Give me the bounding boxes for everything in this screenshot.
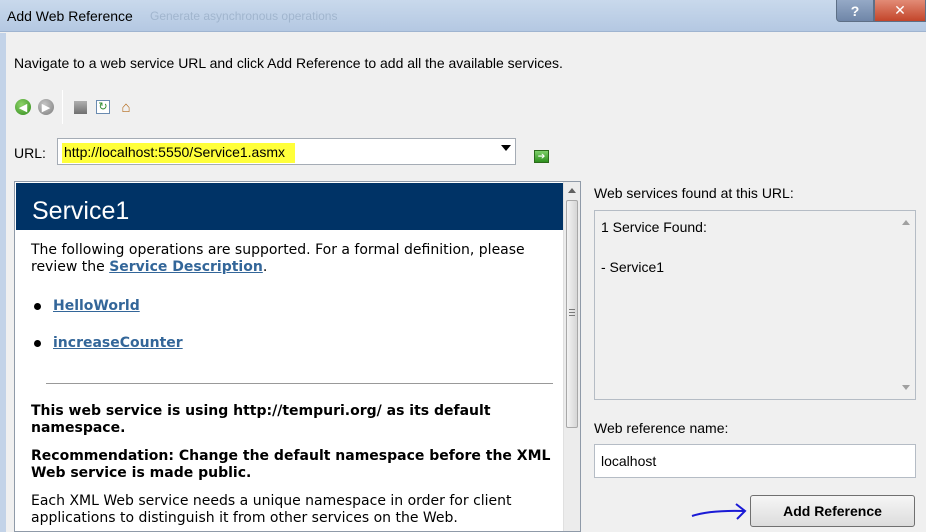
browser-scrollbar[interactable] bbox=[563, 182, 580, 531]
scroll-down-icon[interactable] bbox=[902, 385, 910, 390]
home-icon: ⌂ bbox=[121, 98, 131, 116]
url-input[interactable]: http://localhost:5550/Service1.asmx bbox=[62, 143, 296, 163]
url-combobox[interactable]: http://localhost:5550/Service1.asmx bbox=[57, 138, 516, 165]
operation-item: increaseCounter bbox=[34, 335, 183, 351]
close-icon: ✕ bbox=[894, 2, 906, 18]
service-header: Service1 bbox=[16, 183, 564, 230]
service-intro: The following operations are supported. … bbox=[31, 242, 556, 276]
scrollbar-thumb[interactable] bbox=[566, 200, 578, 428]
grip-icon bbox=[569, 309, 575, 316]
bullet-icon bbox=[34, 302, 41, 310]
divider bbox=[46, 383, 553, 384]
browser-toolbar: ◀ ▶ ↻ ⌂ bbox=[14, 90, 140, 124]
title-bar: Add Web Reference Generate asynchronous … bbox=[0, 0, 926, 32]
help-button[interactable]: ? bbox=[836, 0, 874, 22]
operation-link-increasecounter[interactable]: increaseCounter bbox=[53, 335, 183, 351]
background-window-text: Generate asynchronous operations bbox=[150, 9, 338, 23]
intro-text: The following operations are supported. … bbox=[31, 242, 525, 275]
operation-link-helloworld[interactable]: HelloWorld bbox=[53, 298, 140, 314]
instructions-text: Navigate to a web service URL and click … bbox=[14, 55, 563, 71]
services-found-label: Web services found at this URL: bbox=[594, 185, 794, 201]
bullet-icon bbox=[34, 339, 41, 347]
toolbar-separator bbox=[62, 90, 63, 124]
help-icon: ? bbox=[850, 2, 860, 19]
stop-icon bbox=[73, 100, 87, 114]
services-found-list[interactable]: 1 Service Found: - Service1 bbox=[594, 210, 916, 400]
recommendation-text: Recommendation: Change the default names… bbox=[31, 448, 551, 481]
body-text: Each XML Web service needs a unique name… bbox=[31, 493, 512, 526]
namespace-section: This web service is using http://tempuri… bbox=[31, 403, 556, 527]
namespace-note: This web service is using http://tempuri… bbox=[31, 403, 491, 436]
list-scrollbar[interactable] bbox=[898, 211, 915, 399]
window-title: Add Web Reference bbox=[7, 8, 133, 24]
chevron-down-icon[interactable] bbox=[501, 145, 511, 151]
web-reference-name-input[interactable] bbox=[594, 444, 916, 478]
close-button[interactable]: ✕ bbox=[874, 0, 926, 22]
home-button[interactable]: ⌂ bbox=[117, 98, 135, 116]
operation-item: HelloWorld bbox=[34, 298, 140, 314]
back-arrow-icon: ◀ bbox=[15, 99, 31, 115]
service-title: Service1 bbox=[32, 197, 130, 225]
forward-arrow-icon: ▶ bbox=[38, 99, 54, 115]
url-label: URL: bbox=[14, 145, 46, 161]
forward-button[interactable]: ▶ bbox=[37, 98, 55, 116]
annotation-arrow-icon bbox=[691, 503, 747, 520]
web-reference-name-label: Web reference name: bbox=[594, 420, 729, 436]
back-button[interactable]: ◀ bbox=[14, 98, 32, 116]
stop-button[interactable] bbox=[71, 98, 89, 116]
go-arrow-icon: ➔ bbox=[537, 151, 546, 161]
browser-pane[interactable]: Service1 The following operations are su… bbox=[14, 181, 581, 532]
refresh-button[interactable]: ↻ bbox=[94, 98, 112, 116]
go-button[interactable]: ➔ bbox=[534, 150, 549, 163]
scroll-up-icon[interactable] bbox=[568, 188, 576, 193]
service-list-item: - Service1 bbox=[601, 259, 665, 275]
intro-suffix: . bbox=[262, 259, 268, 275]
services-count-text: 1 Service Found: bbox=[601, 219, 707, 235]
add-reference-button[interactable]: Add Reference bbox=[750, 495, 915, 527]
service-description-link[interactable]: Service Description bbox=[109, 259, 263, 275]
scroll-up-icon[interactable] bbox=[902, 220, 910, 225]
refresh-icon: ↻ bbox=[96, 100, 110, 114]
